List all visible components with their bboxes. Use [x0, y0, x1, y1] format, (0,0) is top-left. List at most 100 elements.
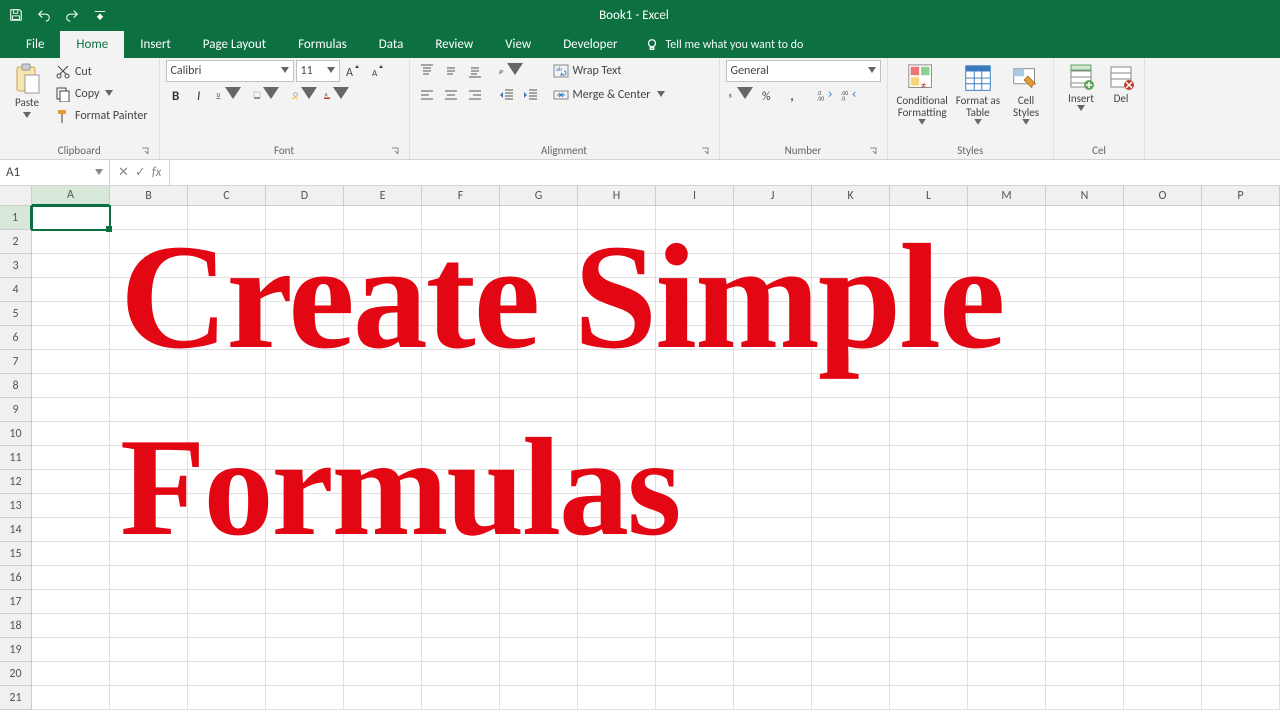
cell[interactable]: [110, 302, 188, 326]
cell[interactable]: [32, 446, 110, 470]
cell[interactable]: [968, 542, 1046, 566]
accounting-format-button[interactable]: $: [726, 84, 756, 106]
cell[interactable]: [110, 662, 188, 686]
cell[interactable]: [734, 494, 812, 518]
cell[interactable]: [890, 422, 968, 446]
cell[interactable]: [578, 254, 656, 278]
cell[interactable]: [1202, 302, 1280, 326]
cell[interactable]: [656, 230, 734, 254]
cell[interactable]: [422, 542, 500, 566]
cell[interactable]: [188, 254, 266, 278]
cell[interactable]: [578, 662, 656, 686]
align-right-button[interactable]: [464, 84, 486, 106]
cell[interactable]: [968, 374, 1046, 398]
row-header[interactable]: 11: [0, 446, 32, 470]
cell[interactable]: [500, 638, 578, 662]
column-header[interactable]: O: [1124, 186, 1202, 206]
row-header[interactable]: 3: [0, 254, 32, 278]
cell[interactable]: [422, 398, 500, 422]
cell[interactable]: [1202, 590, 1280, 614]
cell[interactable]: [422, 614, 500, 638]
cell[interactable]: [344, 518, 422, 542]
cell[interactable]: [968, 566, 1046, 590]
cell[interactable]: [578, 494, 656, 518]
cell[interactable]: [188, 518, 266, 542]
cell[interactable]: [968, 350, 1046, 374]
cell[interactable]: [422, 350, 500, 374]
cell[interactable]: [656, 542, 734, 566]
undo-button[interactable]: [32, 3, 56, 27]
cell[interactable]: [32, 662, 110, 686]
column-header[interactable]: D: [266, 186, 344, 206]
cell[interactable]: [578, 206, 656, 230]
cell[interactable]: [1124, 302, 1202, 326]
cell[interactable]: [422, 206, 500, 230]
cell[interactable]: [266, 230, 344, 254]
cell[interactable]: [344, 326, 422, 350]
cell[interactable]: [656, 494, 734, 518]
cell[interactable]: [266, 638, 344, 662]
cell[interactable]: [110, 254, 188, 278]
row-header[interactable]: 18: [0, 614, 32, 638]
cell[interactable]: [266, 494, 344, 518]
cell[interactable]: [344, 206, 422, 230]
qat-customize-button[interactable]: [88, 3, 112, 27]
row-header[interactable]: 15: [0, 542, 32, 566]
cell[interactable]: [734, 686, 812, 710]
column-header[interactable]: N: [1046, 186, 1124, 206]
cell[interactable]: [32, 350, 110, 374]
cell[interactable]: [500, 398, 578, 422]
tab-view[interactable]: View: [489, 31, 547, 58]
cell[interactable]: [110, 446, 188, 470]
cell[interactable]: [266, 398, 344, 422]
cell[interactable]: [812, 686, 890, 710]
cell[interactable]: [344, 686, 422, 710]
cell[interactable]: [890, 302, 968, 326]
cell[interactable]: [656, 470, 734, 494]
cell-styles-button[interactable]: Cell Styles: [1005, 60, 1047, 128]
cell[interactable]: [188, 566, 266, 590]
cell[interactable]: [734, 590, 812, 614]
row-header[interactable]: 9: [0, 398, 32, 422]
cell[interactable]: [266, 350, 344, 374]
cell[interactable]: [1046, 302, 1124, 326]
column-header[interactable]: M: [968, 186, 1046, 206]
cell[interactable]: [734, 422, 812, 446]
column-header[interactable]: J: [734, 186, 812, 206]
cell[interactable]: [656, 374, 734, 398]
cell[interactable]: [734, 662, 812, 686]
cell[interactable]: [1046, 638, 1124, 662]
cell[interactable]: [734, 278, 812, 302]
cell[interactable]: [344, 422, 422, 446]
cell[interactable]: [110, 470, 188, 494]
cell[interactable]: [1046, 326, 1124, 350]
cell[interactable]: [344, 446, 422, 470]
cell[interactable]: [32, 230, 110, 254]
cell[interactable]: [1046, 254, 1124, 278]
cell[interactable]: [500, 326, 578, 350]
cell[interactable]: [578, 350, 656, 374]
cell[interactable]: [890, 206, 968, 230]
underline-button[interactable]: U: [214, 84, 244, 106]
cell[interactable]: [500, 542, 578, 566]
cell[interactable]: [188, 302, 266, 326]
cell[interactable]: [266, 614, 344, 638]
cell[interactable]: [1124, 638, 1202, 662]
format-painter-button[interactable]: Format Painter: [50, 105, 153, 127]
cell[interactable]: [1124, 278, 1202, 302]
cell[interactable]: [266, 470, 344, 494]
row-header[interactable]: 5: [0, 302, 32, 326]
cell[interactable]: [734, 470, 812, 494]
cell[interactable]: [578, 278, 656, 302]
decrease-indent-button[interactable]: [496, 84, 518, 106]
row-header[interactable]: 13: [0, 494, 32, 518]
cell[interactable]: [110, 374, 188, 398]
cell[interactable]: [734, 446, 812, 470]
cell[interactable]: [1124, 350, 1202, 374]
cell[interactable]: [812, 230, 890, 254]
tab-review[interactable]: Review: [419, 31, 489, 58]
delete-cells-button[interactable]: Del: [1104, 60, 1138, 128]
cell[interactable]: [734, 518, 812, 542]
cell[interactable]: [188, 614, 266, 638]
cell[interactable]: [734, 374, 812, 398]
